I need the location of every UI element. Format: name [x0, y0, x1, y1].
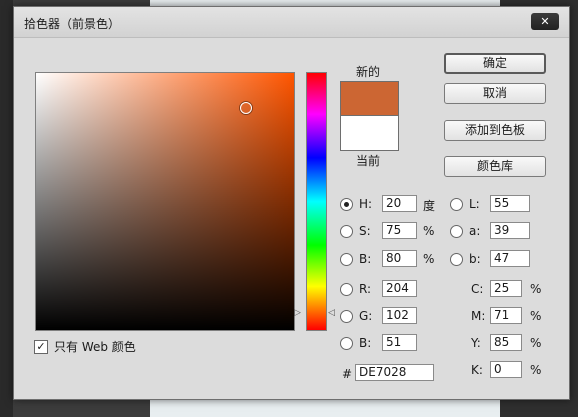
green-radio[interactable] [340, 310, 353, 323]
hue-unit: 度 [423, 199, 436, 213]
blue-radio[interactable] [340, 337, 353, 350]
saturation-unit: % [423, 224, 435, 238]
close-icon[interactable]: ✕ [531, 13, 559, 30]
red-radio[interactable] [340, 283, 353, 296]
magenta-label: M: [471, 309, 486, 323]
saturation-label: S: [359, 224, 371, 238]
lab-a-radio[interactable] [450, 225, 463, 238]
brightness-radio[interactable] [340, 253, 353, 266]
lab-l-radio[interactable] [450, 198, 463, 211]
hue-radio[interactable] [340, 198, 353, 211]
current-color-label: 当前 [356, 154, 381, 168]
lab-b-input[interactable]: 47 [490, 250, 530, 267]
brightness-input[interactable]: 80 [382, 250, 417, 267]
black-unit: % [530, 363, 542, 377]
lab-a-input[interactable]: 39 [490, 222, 530, 239]
hue-slider-right-handle-icon[interactable]: ◁ [328, 308, 335, 318]
yellow-unit: % [530, 336, 542, 350]
hue-label: H: [359, 197, 373, 211]
add-to-swatches-button[interactable]: 添加到色板 [444, 120, 546, 141]
current-color-swatch[interactable] [340, 115, 399, 151]
hue-slider[interactable] [306, 72, 327, 331]
color-field-marker[interactable] [240, 102, 252, 114]
cyan-input[interactable]: 25 [490, 280, 522, 297]
magenta-unit: % [530, 309, 542, 323]
cyan-unit: % [530, 282, 542, 296]
saturation-radio[interactable] [340, 225, 353, 238]
color-field-gradient [36, 73, 294, 330]
blue-input[interactable]: 51 [382, 334, 417, 351]
magenta-input[interactable]: 71 [490, 307, 522, 324]
lab-b-label: b: [469, 252, 481, 266]
green-label: G: [359, 309, 373, 323]
red-label: R: [359, 282, 372, 296]
color-field[interactable] [35, 72, 295, 331]
dialog-title: 拾色器（前景色） [24, 17, 121, 31]
web-only-label: 只有 Web 颜色 [54, 340, 136, 354]
lab-b-radio[interactable] [450, 253, 463, 266]
blue-label: B: [359, 336, 372, 350]
ok-button[interactable]: 确定 [444, 53, 546, 74]
lab-a-label: a: [469, 224, 481, 238]
hue-slider-left-handle-icon[interactable]: ▷ [294, 308, 301, 318]
green-input[interactable]: 102 [382, 307, 417, 324]
yellow-label: Y: [471, 336, 481, 350]
black-input[interactable]: 0 [490, 361, 522, 378]
lab-l-label: L: [469, 197, 480, 211]
cancel-button[interactable]: 取消 [444, 83, 546, 104]
color-libraries-button[interactable]: 颜色库 [444, 156, 546, 177]
hue-input[interactable]: 20 [382, 195, 417, 212]
red-input[interactable]: 204 [382, 280, 417, 297]
brightness-unit: % [423, 252, 435, 266]
yellow-input[interactable]: 85 [490, 334, 522, 351]
title-bar[interactable]: 拾色器（前景色） ✕ [14, 7, 569, 38]
brightness-label: B: [359, 252, 372, 266]
web-only-checkbox[interactable]: ✓ [34, 339, 48, 354]
color-picker-dialog: 拾色器（前景色） ✕ ▷ ◁ ✓ 只有 Web 颜色 新的 当前 确定 取消 添… [13, 6, 570, 400]
hex-input[interactable]: DE7028 [355, 364, 434, 381]
black-label: K: [471, 363, 483, 377]
lab-l-input[interactable]: 55 [490, 195, 530, 212]
new-color-swatch [340, 81, 399, 116]
web-only-option[interactable]: ✓ 只有 Web 颜色 [34, 338, 136, 355]
background-left [0, 0, 13, 417]
new-color-label: 新的 [356, 65, 381, 79]
saturation-input[interactable]: 75 [382, 222, 417, 239]
cyan-label: C: [471, 282, 484, 296]
hex-label: # [342, 367, 353, 381]
